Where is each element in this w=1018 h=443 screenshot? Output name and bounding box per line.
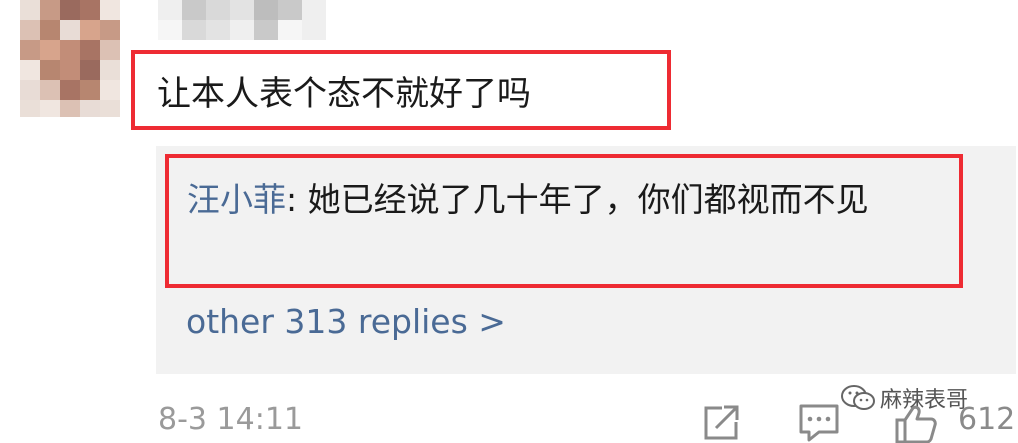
avatar-pixel xyxy=(40,20,60,40)
avatar-pixel xyxy=(40,0,60,20)
username-pixel xyxy=(278,0,302,20)
username-pixel xyxy=(230,20,254,40)
avatar-pixel xyxy=(20,60,40,80)
share-icon[interactable] xyxy=(700,402,742,442)
avatar-pixel xyxy=(80,100,100,117)
avatar-pixel xyxy=(60,100,80,117)
username-pixel xyxy=(302,0,326,20)
username-pixel xyxy=(278,20,302,40)
avatar-pixel xyxy=(20,0,40,20)
username-pixel xyxy=(254,20,278,40)
username-pixel xyxy=(158,0,182,20)
comment-text: 让本人表个态不就好了吗 xyxy=(131,50,671,130)
comment-icon[interactable] xyxy=(797,402,841,443)
timestamp: 8-3 14:11 xyxy=(158,402,303,437)
username-pixel xyxy=(230,0,254,20)
username-pixel xyxy=(158,20,182,40)
avatar-pixel xyxy=(60,40,80,60)
avatar-pixel xyxy=(60,60,80,80)
username-pixel xyxy=(182,0,206,20)
reply-author[interactable]: 汪小菲 xyxy=(187,180,286,219)
username-pixel xyxy=(206,0,230,20)
avatar-pixel xyxy=(100,20,120,40)
username-pixel xyxy=(302,20,326,40)
reply-text: 她已经说了几十年了，你们都视而不见 xyxy=(307,180,869,219)
avatar-pixel xyxy=(60,20,80,40)
avatar-pixel xyxy=(40,100,60,117)
avatar[interactable] xyxy=(20,0,120,117)
avatar-pixel xyxy=(20,100,40,117)
wechat-icon xyxy=(841,385,875,410)
username-blurred[interactable] xyxy=(158,0,328,40)
avatar-pixel xyxy=(20,80,40,100)
username-pixel xyxy=(254,0,278,20)
avatar-pixel xyxy=(80,60,100,80)
avatar-pixel xyxy=(100,80,120,100)
avatar-pixel xyxy=(100,60,120,80)
avatar-pixel xyxy=(80,80,100,100)
avatar-pixel xyxy=(100,40,120,60)
avatar-pixel xyxy=(100,0,120,20)
avatar-pixel xyxy=(60,0,80,20)
reply-item[interactable]: 汪小菲: 她已经说了几十年了，你们都视而不见 xyxy=(165,154,963,288)
avatar-pixel xyxy=(100,100,120,117)
thumbs-up-icon[interactable] xyxy=(893,404,939,443)
avatar-pixel xyxy=(80,20,100,40)
avatar-pixel xyxy=(40,40,60,60)
username-pixel xyxy=(206,20,230,40)
avatar-pixel xyxy=(40,60,60,80)
reply-separator: : xyxy=(286,180,308,219)
like-count: 612 xyxy=(958,402,1016,437)
avatar-pixel xyxy=(20,20,40,40)
more-replies-link[interactable]: other 313 replies > xyxy=(186,302,506,341)
avatar-pixel xyxy=(80,40,100,60)
avatar-pixel xyxy=(20,40,40,60)
avatar-pixel xyxy=(80,0,100,20)
avatar-pixel xyxy=(40,80,60,100)
avatar-pixel xyxy=(60,80,80,100)
username-pixel xyxy=(182,20,206,40)
